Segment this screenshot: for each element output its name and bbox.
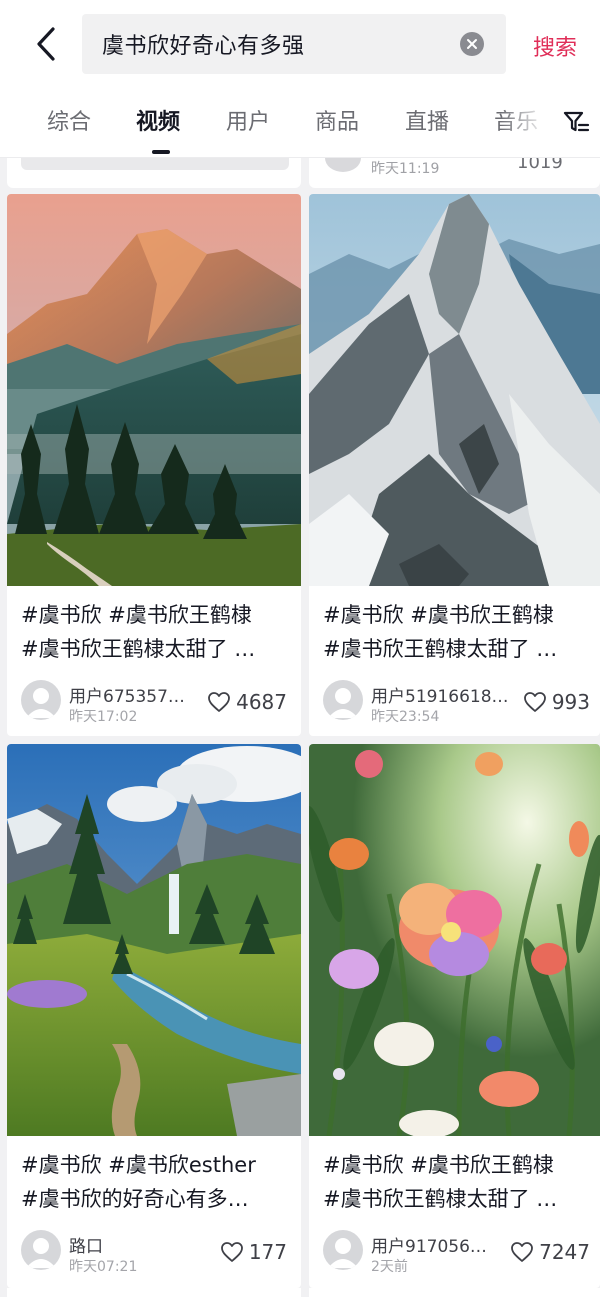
video-title: #虞书欣 #虞书欣esther #虞书欣的好奇心有多… bbox=[21, 1148, 289, 1216]
like-button[interactable]: 993 bbox=[523, 687, 590, 717]
tab-video[interactable]: 视频 bbox=[136, 104, 180, 136]
tab-comprehensive[interactable]: 综合 bbox=[47, 104, 91, 136]
video-title: #虞书欣 #虞书欣王鹤棣 #虞书欣王鹤棣太甜了 … bbox=[323, 1148, 588, 1216]
video-title: #虞书欣 #虞书欣王鹤棣 #虞书欣王鹤棣太甜了 … bbox=[323, 598, 588, 666]
video-title: #虞书欣 #虞书欣王鹤棣 #虞书欣王鹤棣太甜了 … bbox=[21, 598, 289, 666]
video-cover-sunset-mountain bbox=[7, 194, 301, 586]
avatar[interactable] bbox=[323, 680, 363, 720]
tab-live[interactable]: 直播 bbox=[405, 104, 449, 136]
clear-icon bbox=[467, 39, 477, 49]
video-title-line: #虞书欣王鹤棣太甜了 … bbox=[21, 637, 256, 661]
like-count: 7247 bbox=[539, 1240, 590, 1264]
post-time: 2天前 bbox=[371, 1259, 408, 1275]
avatar[interactable] bbox=[21, 1230, 61, 1270]
previous-card-right[interactable]: 昨天11:19 1019 bbox=[309, 158, 600, 188]
video-card[interactable]: #虞书欣 #虞书欣esther #虞书欣的好奇心有多… 路口 昨天07:21 1… bbox=[7, 744, 301, 1288]
search-input[interactable]: 虞书欣好奇心有多强 bbox=[82, 14, 506, 74]
post-time: 昨天11:19 bbox=[371, 161, 440, 177]
like-button[interactable]: 177 bbox=[220, 1237, 287, 1267]
like-button[interactable]: 4687 bbox=[207, 687, 287, 717]
clear-search-button[interactable] bbox=[460, 32, 484, 56]
back-arrow-icon bbox=[37, 27, 55, 61]
video-card[interactable]: #虞书欣 #虞书欣王鹤棣 #虞书欣王鹤棣太甜了 … 用户917056… 2天前 … bbox=[309, 744, 600, 1288]
filter-icon bbox=[563, 111, 590, 132]
author-name[interactable]: 路口 bbox=[69, 1232, 103, 1257]
back-button[interactable] bbox=[26, 24, 66, 64]
tab-products[interactable]: 商品 bbox=[315, 104, 359, 136]
video-title-line: #虞书欣王鹤棣太甜了 … bbox=[323, 1187, 558, 1211]
avatar[interactable] bbox=[325, 158, 361, 172]
heart-icon bbox=[208, 692, 230, 712]
video-title-line: #虞书欣 #虞书欣王鹤棣 bbox=[21, 603, 252, 627]
search-header: 虞书欣好奇心有多强 搜索 bbox=[0, 0, 600, 90]
author-name[interactable]: 用户675357… bbox=[69, 682, 185, 707]
video-card[interactable]: #虞书欣 #虞书欣王鹤棣 #虞书欣王鹤棣太甜了 … 用户675357… 昨天17… bbox=[7, 194, 301, 736]
heart-icon bbox=[523, 692, 546, 712]
post-time: 昨天07:21 bbox=[69, 1259, 138, 1275]
video-title-line: #虞书欣的好奇心有多… bbox=[21, 1187, 249, 1211]
post-time: 昨天17:02 bbox=[69, 709, 138, 725]
video-cover-alpine-valley bbox=[7, 744, 301, 1136]
next-card-left[interactable] bbox=[7, 1288, 301, 1297]
like-button[interactable]: 7247 bbox=[510, 1237, 590, 1267]
next-card-right[interactable] bbox=[309, 1288, 600, 1297]
like-count: 4687 bbox=[236, 690, 287, 714]
like-count: 177 bbox=[248, 1240, 287, 1264]
video-cover-snowy-peak bbox=[309, 194, 600, 586]
video-title-line: #虞书欣 #虞书欣王鹤棣 bbox=[323, 1153, 554, 1177]
video-cover-flower-field bbox=[309, 744, 600, 1136]
avatar-placeholder-icon bbox=[328, 688, 358, 718]
like-count: 1019 bbox=[517, 158, 563, 173]
search-button[interactable]: 搜索 bbox=[533, 30, 577, 62]
video-title-line: #虞书欣 #虞书欣esther bbox=[21, 1153, 256, 1177]
author-name[interactable]: 用户917056… bbox=[371, 1232, 487, 1257]
heart-icon bbox=[511, 1242, 533, 1262]
like-count: 993 bbox=[551, 690, 590, 714]
avatar-placeholder-icon bbox=[26, 1238, 56, 1268]
author-name[interactable]: 用户51916618… bbox=[371, 682, 509, 707]
post-time: 昨天23:54 bbox=[371, 709, 440, 725]
result-tabs: 综合 视频 用户 商品 直播 音乐 bbox=[0, 90, 600, 158]
avatar[interactable] bbox=[21, 680, 61, 720]
previous-card-footer bbox=[21, 158, 289, 170]
filter-button[interactable] bbox=[562, 108, 590, 136]
tab-fade-overlay bbox=[500, 90, 560, 156]
video-card[interactable]: #虞书欣 #虞书欣王鹤棣 #虞书欣王鹤棣太甜了 … 用户51916618… 昨天… bbox=[309, 194, 600, 736]
video-title-line: #虞书欣王鹤棣太甜了 … bbox=[323, 637, 558, 661]
video-title-line: #虞书欣 #虞书欣王鹤棣 bbox=[323, 603, 554, 627]
avatar-placeholder-icon bbox=[26, 688, 56, 718]
search-query-text: 虞书欣好奇心有多强 bbox=[102, 34, 305, 59]
avatar[interactable] bbox=[323, 1230, 363, 1270]
heart-icon bbox=[220, 1242, 243, 1262]
previous-card-left[interactable] bbox=[7, 158, 301, 188]
active-tab-indicator bbox=[152, 150, 170, 154]
avatar-placeholder-icon bbox=[328, 1238, 358, 1268]
tab-users[interactable]: 用户 bbox=[226, 104, 270, 136]
